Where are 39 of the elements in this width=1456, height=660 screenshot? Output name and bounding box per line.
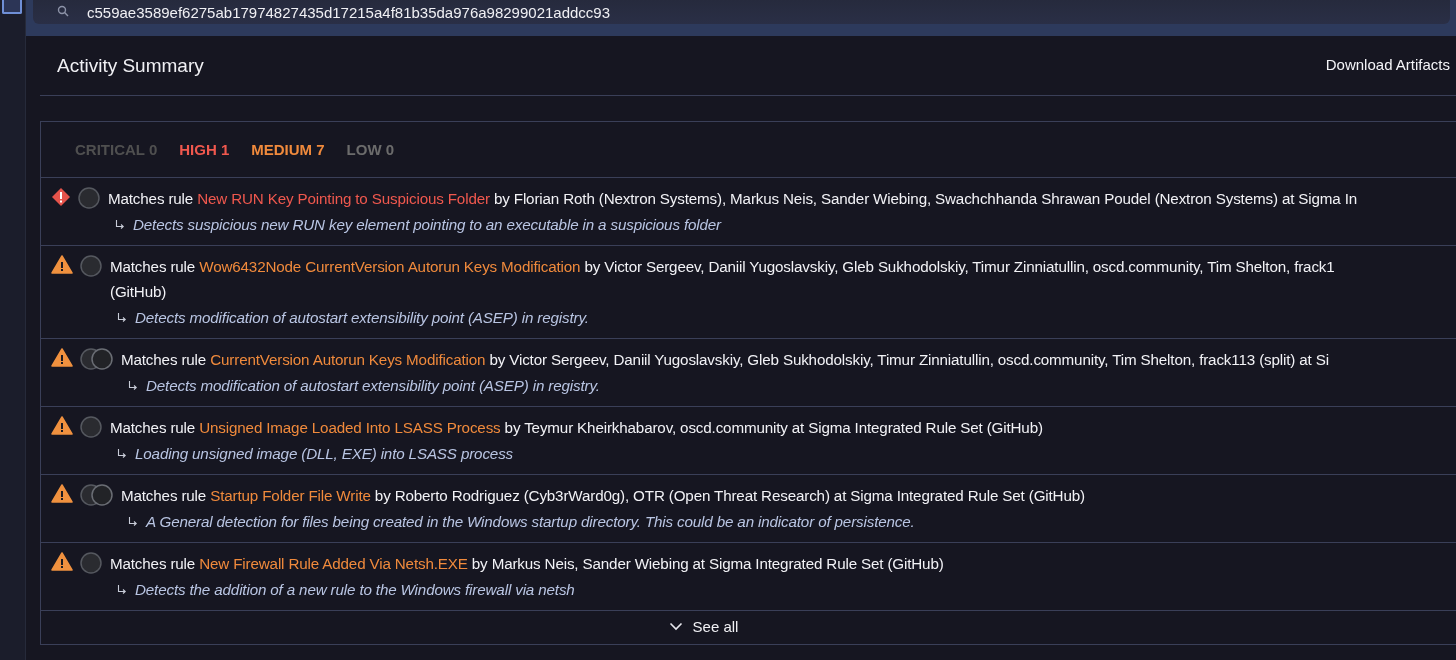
return-arrow-icon [128,381,138,391]
rule-link[interactable]: CurrentVersion Autorun Keys Modification [210,351,486,368]
rule-match-text: Matches rule CurrentVersion Autorun Keys Modification by Victor Sergeev, Daniil Yugoslavskiy, Gleb Sukhodolskiy, Timur Zinniatullin, oscd.community, Tim Shelton, frack113 (split) at Si [121,350,1330,370]
rule-link[interactable]: New Firewall Rule Added Via Netsh.EXE [199,555,468,572]
download-artifacts-button[interactable]: Download Artifacts [1325,56,1456,73]
severity-filter-tab[interactable]: HIGH 1 [179,141,230,158]
rule-description: Detects modification of autostart extensibility point (ASEP) in registry. [135,308,589,328]
rule-description: A General detection for files being created in the Windows startup directory. This could be an indicator of persistence. [146,512,915,532]
warning-triangle-icon [51,255,73,274]
rule-match-text: Matches rule Startup Folder File Write by Roberto Rodriguez (Cyb3rWard0g), OTR (Open Threat Research) at Sigma Integrated Rule Set (GitHub) [121,486,1086,506]
rule-link[interactable]: Unsigned Image Loaded Into LSASS Process [199,419,501,436]
warning-triangle-icon [51,348,73,367]
rule-match-text: Matches rule New Firewall Rule Added Via Netsh.EXE by Markus Neis, Sander Wiebing at Sigma Integrated Rule Set (GitHub) [110,554,945,574]
rule-description: Detects modification of autostart extensibility point (ASEP) in registry. [146,376,600,396]
warning-diamond-icon [51,187,71,207]
warning-triangle-icon [51,416,73,435]
return-arrow-icon [128,517,138,527]
rule-link[interactable]: New RUN Key Pointing to Suspicious Folder [197,190,490,207]
warning-triangle-icon [51,552,73,571]
rule-match-text: Matches rule Wow6432Node CurrentVersion Autorun Keys Modification by Victor Sergeev, Daniil Yugoslavskiy, Gleb Sukhodolskiy, Timur Zinniatullin, oscd.community, Tim Shelton, frack1 [110,257,1336,277]
sidebar-button[interactable] [2,0,22,14]
see-all-button[interactable]: See all [668,618,739,635]
warning-triangle-icon [51,484,73,503]
rule-description: Detects suspicious new RUN key element pointing to an executable in a suspicious folder [133,215,722,235]
rule-match-text: Matches rule Unsigned Image Loaded Into LSASS Process by Teymur Kheirkhabarov, oscd.community at Sigma Integrated Rule Set (GitHub) [110,418,1044,438]
rule-description: Loading unsigned image (DLL, EXE) into LSASS process [135,444,514,464]
rule-description: Detects the addition of a new rule to the Windows firewall via netsh [135,580,575,600]
return-arrow-icon [115,220,125,230]
search-field[interactable]: c559ae3589ef6275ab17974827435d17215a4f81b35da976a98299021addcc93 [33,0,1450,24]
rule-link[interactable]: Startup Folder File Write [210,487,371,504]
rule-match-text-continued: (GitHub) [110,282,168,302]
return-arrow-icon [117,585,127,595]
rule-link[interactable]: Wow6432Node CurrentVersion Autorun Keys Modification [199,258,581,275]
return-arrow-icon [117,313,127,323]
severity-filter-tab[interactable]: MEDIUM 7 [251,141,325,158]
section-title: Activity Summary [57,54,204,77]
return-arrow-icon [117,449,127,459]
rule-match-text: Matches rule New RUN Key Pointing to Suspicious Folder by Florian Roth (Nextron Systems), Markus Neis, Sander Wiebing, Swachchhanda Shrawan Poudel (Nextron Systems) at Sigma In [108,189,1359,209]
chevron-down-icon [668,622,683,631]
